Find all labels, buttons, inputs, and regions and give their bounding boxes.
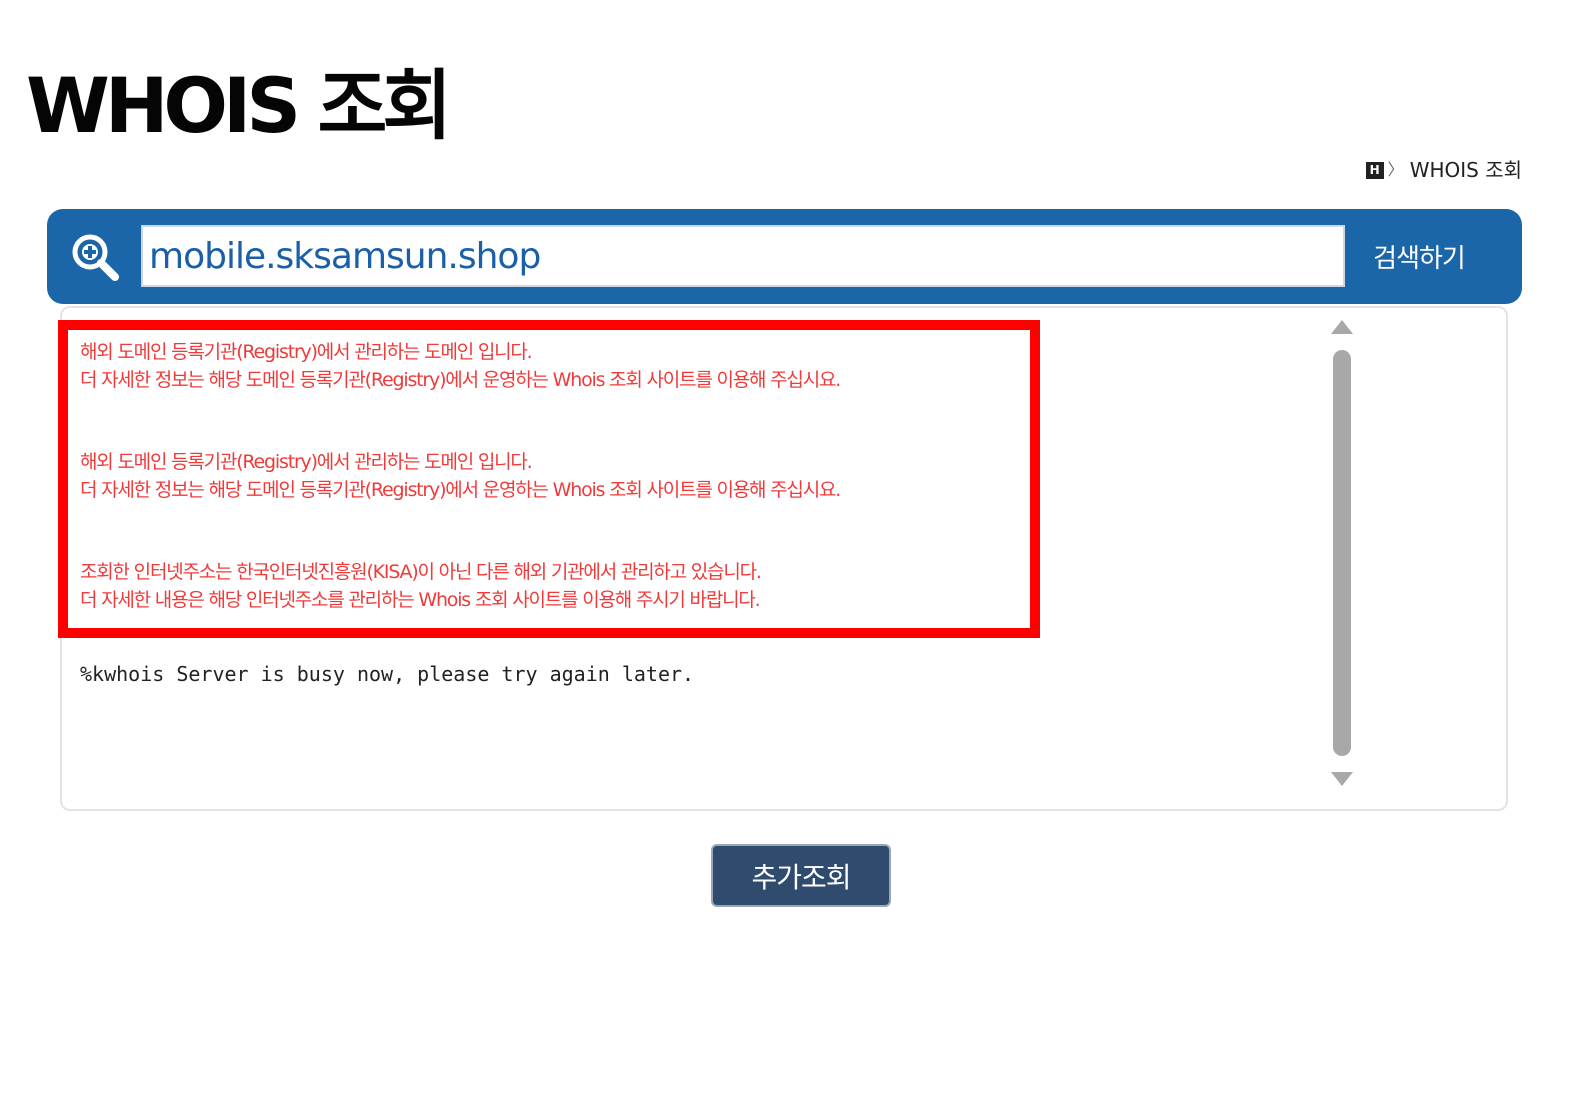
whois-result-panel: 해외 도메인 등록기관(Registry)에서 관리하는 도메인 입니다. 더 … bbox=[58, 306, 1508, 811]
search-bar: 검색하기 bbox=[47, 209, 1522, 304]
breadcrumb-separator: 〉 bbox=[1387, 160, 1404, 179]
vertical-scrollbar[interactable] bbox=[1328, 318, 1356, 792]
search-zoom-icon bbox=[72, 234, 119, 281]
scroll-down-arrow-icon[interactable] bbox=[1331, 772, 1353, 786]
notice-paragraph: 해외 도메인 등록기관(Registry)에서 관리하는 도메인 입니다. 더 … bbox=[80, 448, 1030, 504]
notice-line: 더 자세한 내용은 해당 인터넷주소를 관리하는 Whois 조회 사이트를 이… bbox=[80, 589, 761, 611]
notice-highlight-box: 해외 도메인 등록기관(Registry)에서 관리하는 도메인 입니다. 더 … bbox=[58, 320, 1040, 638]
home-icon[interactable]: H bbox=[1365, 161, 1384, 179]
notice-line: 해외 도메인 등록기관(Registry)에서 관리하는 도메인 입니다. bbox=[80, 341, 533, 363]
notice-line: 더 자세한 정보는 해당 도메인 등록기관(Registry)에서 운영하는 W… bbox=[80, 479, 841, 501]
breadcrumb-current: WHOIS 조회 bbox=[1409, 158, 1522, 182]
notice-paragraph: 조회한 인터넷주소는 한국인터넷진흥원(KISA)이 아닌 다른 해외 기관에서… bbox=[80, 558, 1030, 614]
search-button[interactable]: 검색하기 bbox=[1349, 225, 1489, 287]
notice-line: 해외 도메인 등록기관(Registry)에서 관리하는 도메인 입니다. bbox=[80, 451, 533, 473]
scroll-thumb[interactable] bbox=[1333, 350, 1351, 756]
notice-paragraph: 해외 도메인 등록기관(Registry)에서 관리하는 도메인 입니다. 더 … bbox=[80, 338, 1030, 394]
additional-lookup-button[interactable]: 추가조회 bbox=[711, 844, 891, 907]
breadcrumb: H 〉 WHOIS 조회 bbox=[1365, 157, 1522, 183]
notice-line: 더 자세한 정보는 해당 도메인 등록기관(Registry)에서 운영하는 W… bbox=[80, 369, 841, 391]
whois-response-text: %kwhois Server is busy now, please try a… bbox=[80, 662, 695, 686]
notice-line: 조회한 인터넷주소는 한국인터넷진흥원(KISA)이 아닌 다른 해외 기관에서… bbox=[80, 561, 762, 583]
scroll-up-arrow-icon[interactable] bbox=[1331, 320, 1353, 334]
search-input[interactable] bbox=[141, 225, 1345, 287]
page-title: WHOIS 조회 bbox=[26, 61, 452, 150]
